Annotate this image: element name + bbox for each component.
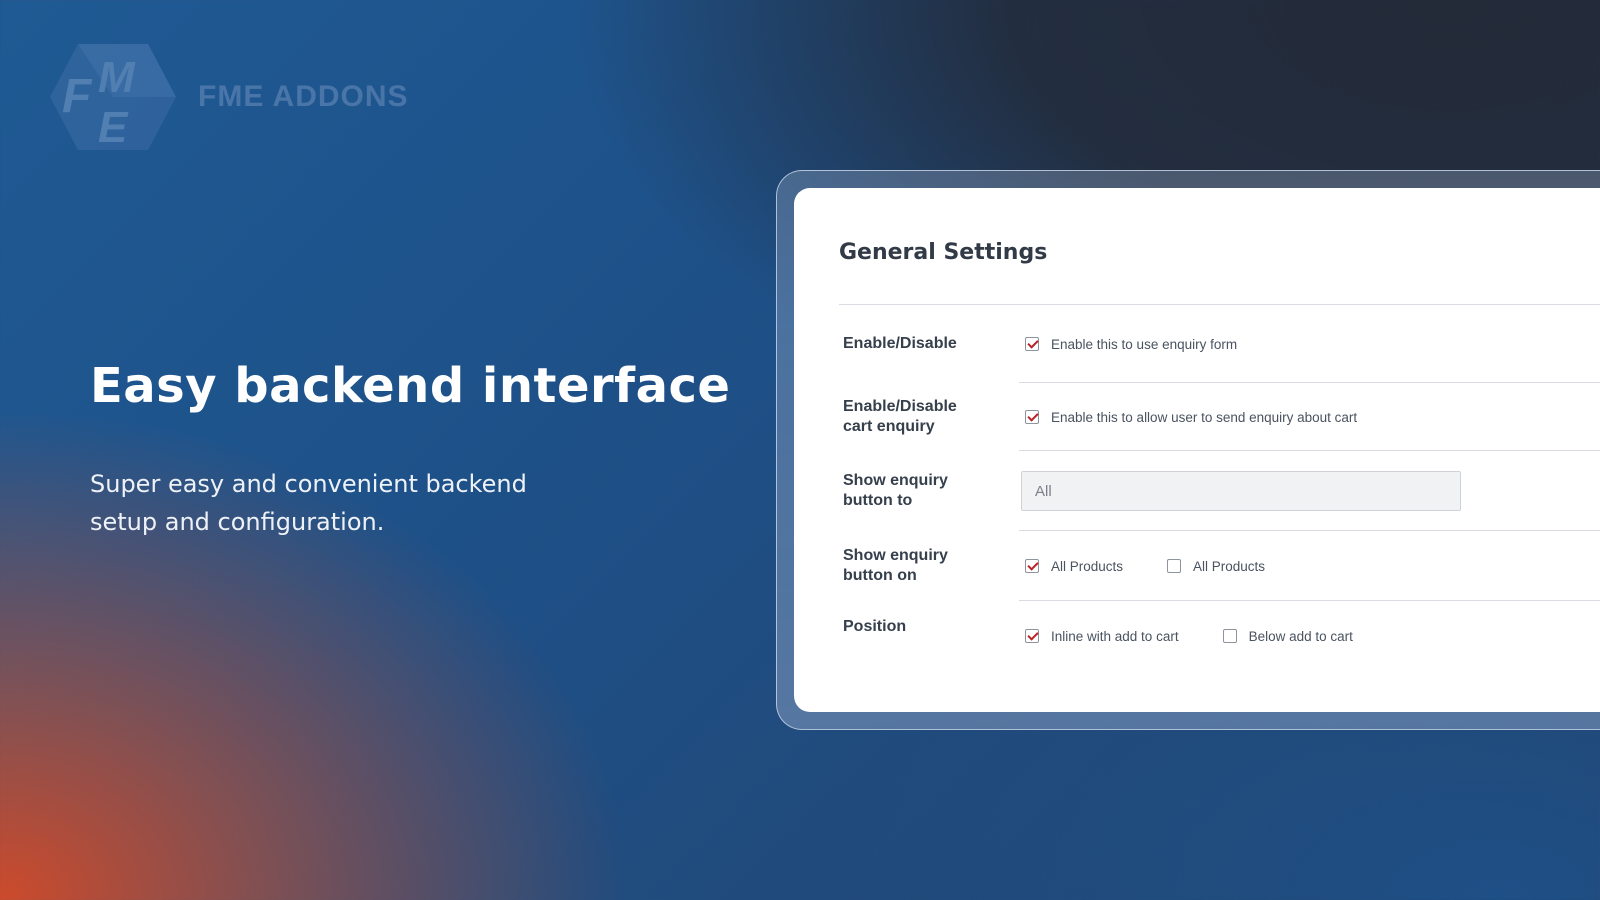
cart-enquiry-checkbox[interactable]: Enable this to allow user to send enquir… (1021, 410, 1357, 425)
settings-row-position: Position Inline with add to cart Below a… (839, 601, 1600, 671)
hero-subtitle: Super easy and convenient backend setup … (90, 465, 560, 541)
brand-logo: F M E FME ADDONS (48, 42, 409, 152)
general-settings-panel: General Settings Enable/Disable Enable t… (794, 188, 1600, 712)
checkbox-checked-icon[interactable] (1025, 559, 1039, 573)
row-control: Enable this to use enquiry form (1021, 337, 1277, 352)
enable-enquiry-checkbox[interactable]: Enable this to use enquiry form (1021, 337, 1237, 352)
brand-name: FME ADDONS (198, 80, 409, 113)
hero-subtitle-line2: setup and configuration. (90, 508, 385, 536)
svg-text:F: F (62, 70, 93, 123)
row-label: Show enquiry button on (843, 547, 948, 584)
checkbox-checked-icon[interactable] (1025, 410, 1039, 424)
all-products-checkbox-1[interactable]: All Products (1021, 559, 1123, 574)
checkbox-checked-icon[interactable] (1025, 337, 1039, 351)
all-products-checkbox-2[interactable]: All Products (1163, 559, 1265, 574)
row-label: Enable/Disable cart enquiry (843, 398, 957, 435)
checkbox-checked-icon[interactable] (1025, 629, 1039, 643)
row-control: Enable this to allow user to send enquir… (1021, 410, 1397, 425)
below-add-to-cart-checkbox[interactable]: Below add to cart (1219, 629, 1353, 644)
settings-row-show-on: Show enquiry button on All Products All … (839, 531, 1600, 601)
row-label: Position (843, 618, 907, 635)
row-label: Show enquiry button to (843, 472, 948, 509)
hero-title: Easy backend interface (90, 358, 731, 414)
row-control: All Products All Products (1021, 559, 1305, 574)
inline-add-to-cart-checkbox[interactable]: Inline with add to cart (1021, 629, 1179, 644)
show-to-select[interactable]: All (1021, 471, 1461, 511)
fme-logo-icon: F M E (50, 44, 176, 152)
checkbox-empty-icon[interactable] (1222, 629, 1237, 643)
checkbox-empty-icon[interactable] (1167, 559, 1182, 573)
settings-row-enable: Enable/Disable Enable this to use enquir… (839, 305, 1600, 383)
svg-text:E: E (98, 103, 129, 152)
row-control: All (1021, 471, 1461, 511)
row-label: Enable/Disable (843, 335, 957, 352)
hero-subtitle-line1: Super easy and convenient backend (90, 470, 527, 498)
settings-row-show-to: Show enquiry button to All (839, 451, 1600, 531)
settings-frame: General Settings Enable/Disable Enable t… (776, 170, 1600, 730)
svg-text:M: M (98, 53, 136, 102)
settings-row-cart-enquiry: Enable/Disable cart enquiry Enable this … (839, 383, 1600, 451)
panel-title: General Settings (839, 240, 1048, 265)
row-control: Inline with add to cart Below add to car… (1021, 629, 1393, 644)
